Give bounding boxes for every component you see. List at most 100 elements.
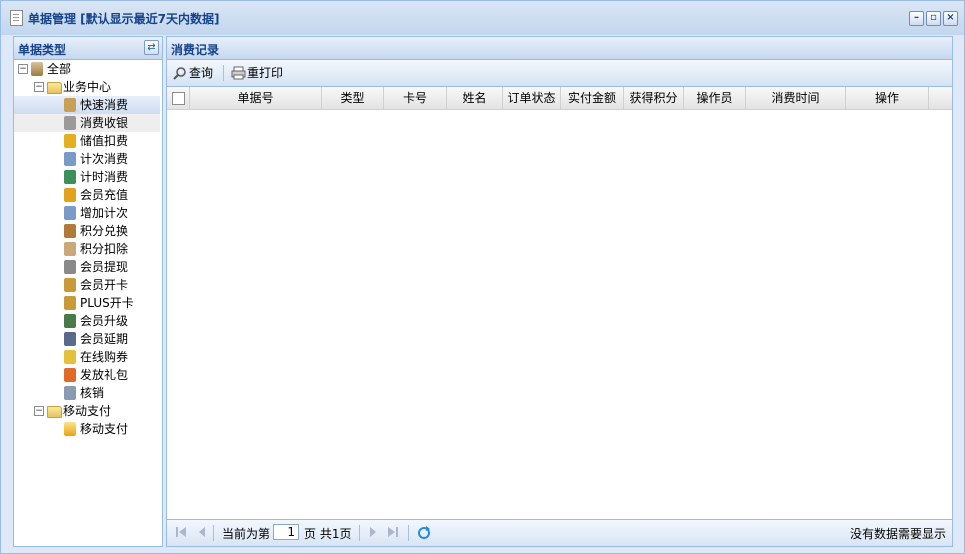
search-icon [173, 67, 186, 80]
tree-node-member-upgrade[interactable]: 会员升级 [14, 312, 160, 330]
member-recharge-icon [64, 188, 76, 202]
last-page-icon[interactable] [387, 526, 399, 542]
tree-node-add-count[interactable]: 增加计次 [14, 204, 160, 222]
tree-node-gift-package[interactable]: 发放礼包 [14, 366, 160, 384]
maximize-button[interactable]: ▫ [926, 11, 941, 26]
refresh-icon[interactable] [417, 526, 431, 542]
prev-page-icon[interactable] [196, 526, 208, 542]
printer-icon [231, 66, 246, 80]
plus-open-card-icon [64, 296, 76, 310]
verify-icon [64, 386, 76, 400]
tree-node-open-card[interactable]: 会员开卡 [14, 276, 160, 294]
app-window: 单据管理 [默认显示最近7天内数据] – ▫ × 单据类型 ⇄ − 全部 − 业… [0, 0, 965, 554]
member-withdraw-icon [64, 260, 76, 274]
col-action[interactable]: 操作 [846, 87, 929, 109]
tree-node-label: 业务中心 [63, 80, 112, 94]
tree-node-verify[interactable]: 核销 [14, 384, 160, 402]
points-deduct-icon [64, 242, 76, 256]
collapse-icon[interactable]: − [34, 82, 44, 92]
close-button[interactable]: × [943, 11, 958, 26]
refresh-tree-icon[interactable]: ⇄ [144, 40, 159, 55]
points-exchange-icon [64, 224, 76, 238]
tree-node-cashier[interactable]: 消费收银 [14, 114, 160, 132]
tree-node-label: 消费收银 [80, 116, 129, 130]
pager-separator [408, 525, 409, 541]
tree-node-label: 会员升级 [80, 314, 129, 328]
col-doc-no[interactable]: 单据号 [190, 87, 322, 109]
query-button-label: 查询 [189, 66, 214, 80]
reprint-button[interactable]: 重打印 [231, 65, 289, 81]
tree-node-label: 移动支付 [80, 422, 129, 436]
first-page-icon[interactable] [175, 526, 187, 542]
records-panel-header: 消费记录 [167, 37, 952, 60]
count-consume-icon [64, 152, 76, 166]
gift-package-icon [64, 368, 76, 382]
tree-node-label: 积分扣除 [80, 242, 129, 256]
page-prefix-text: 当前为第 [222, 527, 271, 541]
doc-type-panel-title: 单据类型 [18, 43, 67, 57]
col-points-earned[interactable]: 获得积分 [624, 87, 684, 109]
collapse-icon[interactable]: − [34, 406, 44, 416]
tree-node-label: 全部 [47, 62, 72, 76]
member-upgrade-icon [64, 314, 76, 328]
toolbar-separator [223, 65, 224, 81]
col-card-no[interactable]: 卡号 [384, 87, 447, 109]
folder-open-icon [47, 406, 62, 418]
tree-node-quick-consume[interactable]: 快速消费 [14, 96, 160, 114]
tree-node-all[interactable]: − 全部 [14, 60, 160, 78]
quick-consume-icon [64, 98, 76, 112]
document-icon [10, 10, 23, 26]
tree-node-mobile-pay[interactable]: 移动支付 [14, 420, 160, 438]
tree-node-member-recharge[interactable]: 会员充值 [14, 186, 160, 204]
tree-node-points-deduct[interactable]: 积分扣除 [14, 240, 160, 258]
timed-consume-icon [64, 170, 76, 184]
tree-node-label: 核销 [80, 386, 105, 400]
col-paid-amount[interactable]: 实付金额 [561, 87, 624, 109]
tree-node-mobile[interactable]: − 移动支付 [14, 402, 160, 420]
window-title: 单据管理 [默认显示最近7天内数据] [28, 12, 220, 26]
tree-node-label: 会员开卡 [80, 278, 129, 292]
col-type[interactable]: 类型 [322, 87, 384, 109]
tree-node-online-coupon[interactable]: 在线购券 [14, 348, 160, 366]
grid-header: 单据号 类型 卡号 姓名 订单状态 实付金额 获得积分 操作员 消费时间 操作 [167, 87, 952, 110]
tree-node-label: 移动支付 [63, 404, 112, 418]
col-order-status[interactable]: 订单状态 [503, 87, 561, 109]
select-all-column[interactable] [167, 87, 190, 109]
tree-node-label: 计次消费 [80, 152, 129, 166]
mobile-pay-icon [64, 422, 76, 436]
member-extend-icon [64, 332, 76, 346]
col-consume-time[interactable]: 消费时间 [746, 87, 846, 109]
select-all-checkbox[interactable] [172, 92, 185, 105]
collapse-icon[interactable]: − [18, 64, 28, 74]
tree-node-points-exchange[interactable]: 积分兑换 [14, 222, 160, 240]
tree-node-business[interactable]: − 业务中心 [14, 78, 160, 96]
online-coupon-icon [64, 350, 76, 364]
add-count-icon [64, 206, 76, 220]
tree-node-label: 在线购券 [80, 350, 129, 364]
tree-node-count-consume[interactable]: 计次消费 [14, 150, 160, 168]
folder-open-icon [47, 82, 62, 94]
tree-node-label: 发放礼包 [80, 368, 129, 382]
tree-node-plus-open-card[interactable]: PLUS开卡 [14, 294, 160, 312]
tree-node-label: 储值扣费 [80, 134, 129, 148]
query-button[interactable]: 查询 [173, 65, 217, 81]
records-toolbar: 查询 重打印 [167, 60, 952, 87]
page-total-text: 页 共1页 [304, 527, 352, 541]
consumption-records-panel: 消费记录 查询 重打印 单据号 类型 卡号 姓名 订单状态 实付金额 获得积分 … [166, 36, 953, 547]
tree-node-member-extend[interactable]: 会员延期 [14, 330, 160, 348]
window-titlebar: 单据管理 [默认显示最近7天内数据] – ▫ × [1, 1, 964, 35]
tree-node-member-withdraw[interactable]: 会员提现 [14, 258, 160, 276]
tree-node-label: 积分兑换 [80, 224, 129, 238]
tree-node-label: 会员提现 [80, 260, 129, 274]
page-number-input[interactable] [273, 524, 299, 540]
tree-node-stored-value-deduct[interactable]: 储值扣费 [14, 132, 160, 150]
minimize-button[interactable]: – [909, 11, 924, 26]
open-card-icon [64, 278, 76, 292]
tree-node-label: 会员充值 [80, 188, 129, 202]
empty-data-message: 没有数据需要显示 [850, 527, 947, 541]
col-name[interactable]: 姓名 [447, 87, 503, 109]
tree-node-timed-consume[interactable]: 计时消费 [14, 168, 160, 186]
records-panel-title: 消费记录 [171, 43, 220, 57]
col-operator[interactable]: 操作员 [684, 87, 746, 109]
next-page-icon[interactable] [367, 526, 379, 542]
